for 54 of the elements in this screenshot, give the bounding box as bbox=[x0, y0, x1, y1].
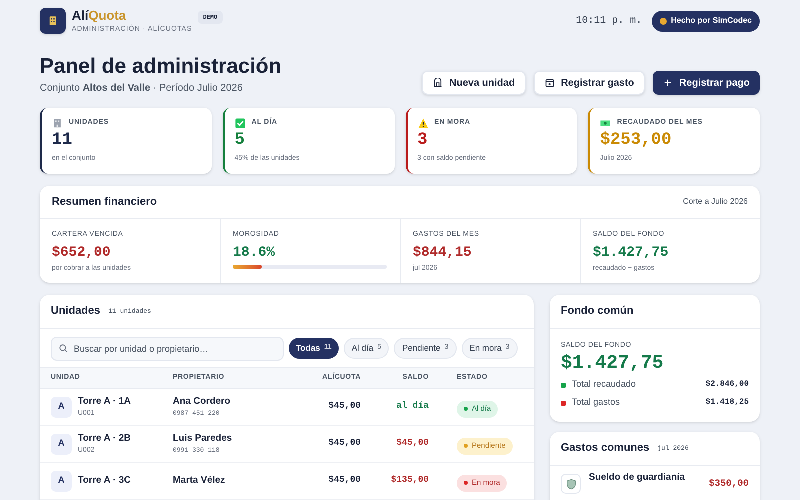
fund-value: $1.427,75 bbox=[561, 352, 665, 374]
card-title: Unidades bbox=[51, 304, 101, 320]
fee-cell-text: $45,00 bbox=[328, 474, 361, 488]
shield-icon bbox=[566, 478, 576, 490]
fund-line-value: $1.418,25 bbox=[706, 397, 749, 409]
card-date: Corte a Julio 2026 bbox=[683, 196, 748, 208]
credit-badge: Hecho por SimCodec bbox=[652, 10, 760, 32]
fund-line-value: $2.846,00 bbox=[706, 379, 749, 391]
warning-icon bbox=[418, 118, 428, 129]
page-subtitle: Conjunto Altos del Valle · Período Julio 2026 bbox=[40, 82, 244, 96]
expense-amount: $350,00 bbox=[709, 477, 749, 491]
building-icon bbox=[48, 16, 58, 26]
tower-badge: A bbox=[51, 396, 72, 418]
metric-value: $652,00 bbox=[52, 244, 112, 262]
action-button[interactable]: Nueva unidad bbox=[422, 71, 526, 95]
building-icon bbox=[52, 118, 63, 129]
card-title: Fondo común bbox=[550, 295, 760, 329]
tower-badge: A bbox=[51, 470, 72, 492]
owner-name: Marta Vélez bbox=[173, 474, 226, 488]
owner-name: Luis Paredes bbox=[173, 432, 234, 446]
stat-value: 3 bbox=[418, 130, 429, 152]
search-icon bbox=[59, 344, 68, 353]
card-title: Gastos comunes bbox=[561, 441, 650, 456]
stat-value: 11 bbox=[52, 130, 74, 152]
plus-icon bbox=[663, 78, 674, 88]
banknote-icon bbox=[600, 118, 612, 129]
action-button[interactable]: Registrar pago bbox=[653, 71, 760, 95]
tower-badge: A bbox=[51, 434, 72, 454]
fund-line-label: Total gastos bbox=[572, 396, 622, 410]
fee-cell-text: $45,00 bbox=[328, 437, 361, 450]
metric-value: $1.427,75 bbox=[593, 244, 670, 262]
box-icon bbox=[545, 78, 556, 88]
stat-value: 5 bbox=[234, 130, 246, 152]
check-icon bbox=[234, 118, 246, 129]
action-button[interactable]: Registrar gasto bbox=[534, 71, 646, 95]
search-field[interactable]: Buscar por unidad o propietario… bbox=[51, 337, 284, 361]
fee-cell-text: $45,00 bbox=[328, 400, 361, 414]
unit-name: Torre A · 2B bbox=[78, 432, 131, 446]
stat-value: $253,00 bbox=[600, 130, 673, 152]
card-title: Resumen financiero bbox=[52, 194, 158, 210]
page-title: Panel de administración bbox=[40, 54, 283, 80]
balance-cell-text: $45,00 bbox=[396, 437, 429, 450]
unit-name: Torre A · 3C bbox=[78, 474, 131, 488]
door-icon bbox=[433, 78, 444, 88]
owner-name: Ana Cordero bbox=[173, 395, 232, 409]
metric-value: 18.6% bbox=[233, 244, 276, 262]
balance-cell-text: $135,00 bbox=[390, 474, 429, 488]
fund-line-label: Total recaudado bbox=[572, 378, 638, 392]
unit-name: Torre A · 1A bbox=[78, 394, 131, 409]
clock-time: 10:11 p. m. bbox=[576, 14, 642, 28]
expense-name: Sueldo de guardianía bbox=[589, 471, 686, 485]
metric-value: $844,15 bbox=[413, 244, 473, 262]
brand-name: AlíQuota bbox=[72, 9, 128, 22]
balance-cell-text: al día bbox=[396, 400, 429, 414]
